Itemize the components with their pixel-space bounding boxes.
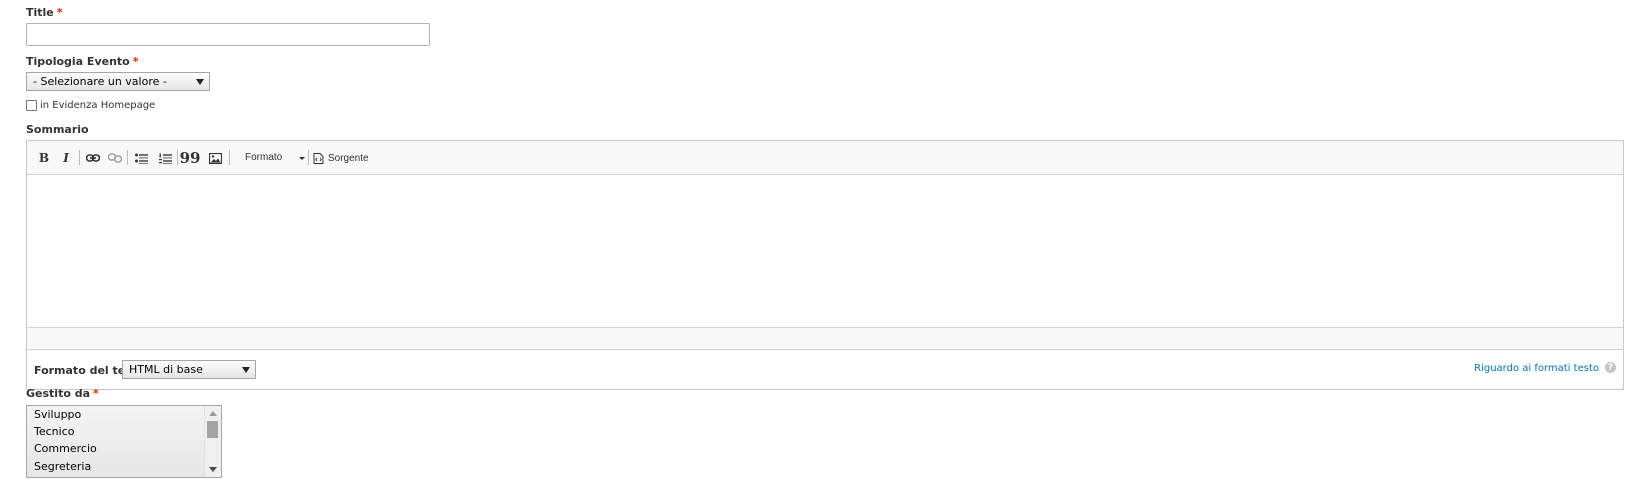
about-text-formats-link[interactable]: Riguardo ai formati testo [1474,363,1599,374]
tipologia-selected-value: - Selezionare un valore - [33,75,167,88]
gestito-da-label-text: Gestito da [26,387,91,400]
text-format-bar: Formato del testo HTML di base Riguardo … [27,349,1623,389]
unlink-icon [108,153,122,163]
image-button[interactable] [207,150,223,166]
source-button-label: Sorgente [328,152,369,164]
image-icon [208,152,222,164]
required-marker: * [93,387,99,400]
listbox-option[interactable]: Segreteria [34,458,91,475]
bulleted-list-icon [134,153,148,164]
scroll-up-arrow-icon[interactable] [209,411,217,416]
bulleted-list-button[interactable] [133,150,149,166]
rich-text-editor: B I 99 Formato Sorgente Formato del test… [26,140,1624,390]
evidenza-homepage-label[interactable]: in Evidenza Homepage [40,100,155,111]
text-format-select[interactable]: HTML di base [122,360,256,379]
editor-toolbar: B I 99 Formato Sorgente [27,141,1623,175]
unlink-button[interactable] [107,150,123,166]
bold-button[interactable]: B [37,150,51,166]
bold-icon: B [38,151,50,165]
toolbar-separator [79,150,80,165]
italic-icon: I [63,151,69,165]
title-input[interactable] [26,23,430,46]
format-dropdown-label: Formato [245,152,283,163]
toolbar-separator [229,150,230,165]
text-format-selected-value: HTML di base [129,363,203,376]
listbox-option[interactable]: Sviluppo [34,406,81,423]
link-button[interactable] [85,150,101,166]
required-marker: * [132,55,139,68]
title-label: Title * [26,6,63,19]
tipologia-label: Tipologia Evento * [26,55,139,68]
required-marker: * [56,6,63,19]
toolbar-separator [127,150,128,165]
tipologia-select[interactable]: - Selezionare un valore - [26,72,210,91]
scroll-down-arrow-icon[interactable] [209,467,217,472]
toolbar-separator [308,150,309,165]
format-dropdown[interactable]: Formato [237,149,305,167]
source-icon [313,152,324,164]
sommario-label: Sommario [26,123,89,136]
blockquote-icon: 99 [179,149,201,167]
gestito-da-label: Gestito da * [26,387,99,400]
title-label-text: Title [26,6,54,19]
listbox-option[interactable]: Commercio [34,440,97,457]
toolbar-separator [177,150,178,165]
dropdown-arrow-icon [196,79,204,85]
scrollbar-thumb[interactable] [207,421,218,438]
blockquote-button[interactable]: 99 [179,149,201,167]
link-icon [86,154,100,162]
numbered-list-button[interactable] [157,150,173,166]
listbox-scrollbar[interactable] [204,406,221,477]
italic-button[interactable]: I [59,150,73,166]
source-button[interactable]: Sorgente [313,149,369,167]
gestito-da-listbox[interactable]: Sviluppo Tecnico Commercio Segreteria [26,405,222,478]
caret-down-icon [299,157,305,160]
tipologia-label-text: Tipologia Evento [26,55,130,68]
editor-content-area[interactable] [27,175,1623,327]
listbox-option[interactable]: Tecnico [34,423,74,440]
help-icon[interactable]: ? [1605,362,1616,373]
evidenza-homepage-checkbox[interactable] [26,100,37,111]
editor-element-path [27,327,1623,350]
dropdown-arrow-icon [242,367,250,373]
numbered-list-icon [158,153,172,164]
